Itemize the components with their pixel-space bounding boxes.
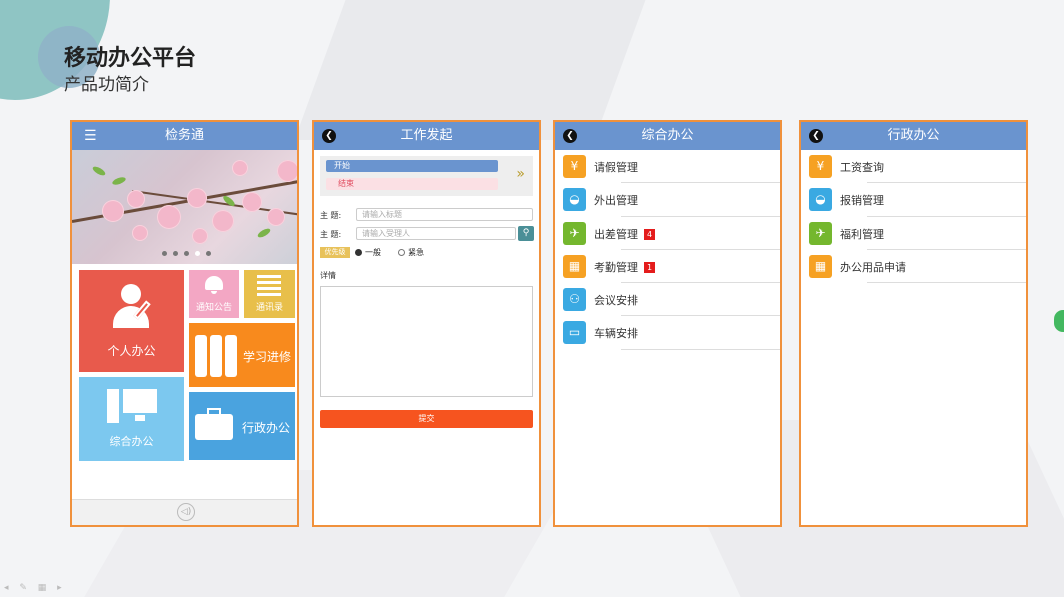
tab-end[interactable]: 结束 <box>326 178 498 190</box>
item-label: 会议安排 <box>594 294 638 308</box>
item-label: 出差管理 <box>594 227 638 241</box>
priority-urgent-radio[interactable]: 紧急 <box>398 247 424 258</box>
tile-notice[interactable]: 通知公告 <box>189 270 239 318</box>
priority-normal-radio[interactable]: 一般 <box>355 247 381 258</box>
list-item-business-trip[interactable]: ✈ 出差管理 4 <box>555 217 780 250</box>
list-icon <box>257 275 281 296</box>
tile-contacts[interactable]: 通讯录 <box>244 270 295 318</box>
car-icon: ◒ <box>563 188 586 212</box>
tile-label: 通知公告 <box>195 303 232 313</box>
tab-start[interactable]: 开始 <box>326 160 498 172</box>
status-tabs: 开始 结束 » <box>320 156 533 196</box>
item-label: 福利管理 <box>840 227 884 241</box>
phone-admin-office: ❮ 行政办公 ¥ 工资查询 ◒ 报销管理 ✈ 福利管理 ▦ 办公用品申请 <box>799 120 1028 527</box>
search-icon[interactable]: ⚲ <box>518 226 534 241</box>
banner-image <box>72 150 297 264</box>
person-pen-icon <box>113 284 151 328</box>
tile-personal-office[interactable]: 个人办公 <box>79 270 184 372</box>
tile-admin-office[interactable]: 行政办公 <box>189 392 295 460</box>
menu-list: ¥ 工资查询 ◒ 报销管理 ✈ 福利管理 ▦ 办公用品申请 <box>801 150 1026 284</box>
phone-header: ❮ 综合办公 <box>555 122 780 150</box>
tile-study[interactable]: 学习进修 <box>189 323 295 387</box>
list-item-welfare[interactable]: ✈ 福利管理 <box>801 217 1026 250</box>
header-title: 行政办公 <box>887 128 940 143</box>
tile-label: 个人办公 <box>107 344 156 358</box>
phone-home: ☰ 检务通 个人办公 通知公告 通讯录 学习进修 综合办公 行政办公 ◁) <box>70 120 299 527</box>
submit-button[interactable]: 提交 <box>320 410 533 428</box>
assignee-label: 主 题: <box>320 230 342 239</box>
item-label: 工资查询 <box>840 161 884 174</box>
detail-textarea[interactable] <box>320 286 533 397</box>
header-title: 检务通 <box>164 128 204 143</box>
phone-header: ❮ 工作发起 <box>314 122 539 150</box>
count-badge: 1 <box>644 261 656 273</box>
phone-general-office: ❮ 综合办公 ¥ 请假管理 ◒ 外出管理 ✈ 出差管理 4 ▦ 考勤管理 1 ⚇ 会… <box>553 120 782 527</box>
bell-icon <box>205 276 223 294</box>
floating-side-button[interactable] <box>1054 310 1064 332</box>
count-badge: 4 <box>644 228 656 240</box>
carousel-dots[interactable] <box>162 251 211 256</box>
priority-label: 优先级 <box>320 247 350 258</box>
header-title: 工作发起 <box>400 128 453 143</box>
list-item-leave[interactable]: ¥ 请假管理 <box>555 150 780 184</box>
airplane-icon: ✈ <box>809 221 832 245</box>
speaker-icon[interactable]: ◁) <box>177 503 195 521</box>
subject-input[interactable]: 请输入标题 <box>356 208 533 221</box>
books-icon <box>195 335 237 377</box>
priority-normal-label: 一般 <box>365 248 381 257</box>
tile-label: 综合办公 <box>109 435 154 448</box>
list-item-salary[interactable]: ¥ 工资查询 <box>801 150 1026 184</box>
tile-label: 通讯录 <box>255 303 283 313</box>
meeting-icon: ⚇ <box>563 288 586 312</box>
airplane-icon: ✈ <box>563 221 586 245</box>
toolbox-icon <box>195 408 233 440</box>
item-label: 请假管理 <box>594 161 638 174</box>
computer-icon <box>107 389 157 425</box>
double-chevron-right-icon[interactable]: » <box>516 166 525 182</box>
item-label: 外出管理 <box>594 194 638 208</box>
slide-nav-icons[interactable]: ◂ ✎ ▦ ▸ <box>4 583 66 593</box>
back-icon[interactable]: ❮ <box>563 129 577 143</box>
detail-label: 详情 <box>320 271 336 280</box>
tile-label: 行政办公 <box>241 421 290 435</box>
assignee-input[interactable]: 请输入受理人 <box>356 227 516 240</box>
money-icon: ¥ <box>563 155 586 178</box>
list-item-office-supplies[interactable]: ▦ 办公用品申请 <box>801 250 1026 284</box>
phone-header: ☰ 检务通 <box>72 122 297 150</box>
hamburger-icon[interactable]: ☰ <box>84 122 97 150</box>
calendar-icon: ▦ <box>563 254 586 278</box>
phone-header: ❮ 行政办公 <box>801 122 1026 150</box>
priority-urgent-label: 紧急 <box>408 248 424 257</box>
phone-work-initiate: ❮ 工作发起 开始 结束 » 主 题: 请输入标题 主 题: 请输入受理人 ⚲ … <box>312 120 541 527</box>
tile-general-office[interactable]: 综合办公 <box>79 377 184 461</box>
phone-footer: ◁) <box>72 499 297 525</box>
list-item-meeting[interactable]: ⚇ 会议安排 <box>555 283 780 317</box>
bus-icon: ▭ <box>563 321 586 345</box>
money-icon: ¥ <box>809 155 832 178</box>
item-label: 考勤管理 <box>594 260 638 274</box>
back-icon[interactable]: ❮ <box>809 129 823 143</box>
item-label: 办公用品申请 <box>840 260 906 274</box>
list-item-outing[interactable]: ◒ 外出管理 <box>555 183 780 217</box>
list-item-attendance[interactable]: ▦ 考勤管理 1 <box>555 250 780 284</box>
car-icon: ◒ <box>809 188 832 212</box>
page-title: 移动办公平台 <box>64 46 197 71</box>
list-item-reimbursement[interactable]: ◒ 报销管理 <box>801 183 1026 217</box>
list-item-vehicle[interactable]: ▭ 车辆安排 <box>555 316 780 350</box>
subject-label: 主 题: <box>320 211 342 220</box>
page-subtitle: 产品功简介 <box>64 75 149 95</box>
menu-list: ¥ 请假管理 ◒ 外出管理 ✈ 出差管理 4 ▦ 考勤管理 1 ⚇ 会议安排 ▭ 车… <box>555 150 780 350</box>
item-label: 车辆安排 <box>594 327 638 341</box>
header-title: 综合办公 <box>641 128 694 143</box>
item-label: 报销管理 <box>840 194 884 208</box>
back-icon[interactable]: ❮ <box>322 129 336 143</box>
calendar-icon: ▦ <box>809 254 832 278</box>
tile-label: 学习进修 <box>242 350 291 364</box>
